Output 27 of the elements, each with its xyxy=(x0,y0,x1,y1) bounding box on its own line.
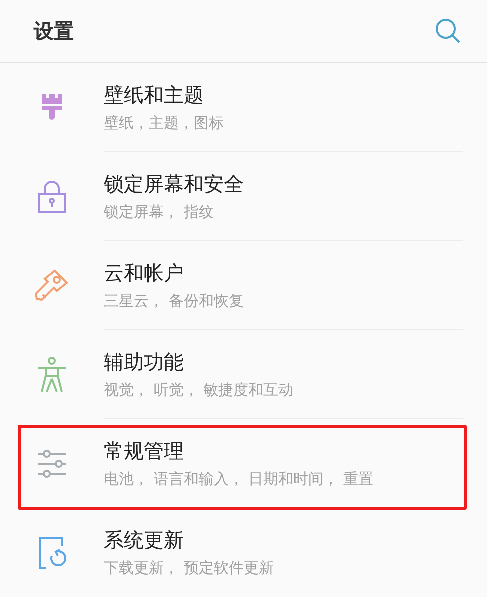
search-button[interactable] xyxy=(435,18,461,44)
settings-item[interactable]: 锁定屏幕和安全 锁定屏幕， 指纹 xyxy=(0,152,487,241)
item-title: 锁定屏幕和安全 xyxy=(104,170,245,198)
lock-icon xyxy=(37,180,67,214)
item-subtitle: 三星云， 备份和恢复 xyxy=(104,292,245,310)
settings-item[interactable]: 壁纸和主题 壁纸，主题，图标 xyxy=(0,63,487,152)
item-subtitle: 视觉， 听觉， 敏捷度和互动 xyxy=(104,380,295,400)
update-icon xyxy=(38,536,66,570)
item-subtitle: 壁纸，主题，图标 xyxy=(104,114,225,132)
item-title: 常规管理 xyxy=(104,438,185,464)
settings-item[interactable]: 常规管理 电池， 语言和输入， 日期和时间， 重置 xyxy=(0,419,487,508)
item-subtitle: 下载更新， 预定软件更新 xyxy=(104,559,275,578)
item-title: 云和帐户 xyxy=(104,260,185,286)
accessibility-icon xyxy=(36,356,68,392)
item-title: 壁纸和主题 xyxy=(104,82,205,108)
item-title: 系统更新 xyxy=(104,527,185,554)
key-icon xyxy=(35,268,69,302)
sliders-icon xyxy=(36,450,68,478)
item-subtitle: 电池， 语言和输入， 日期和时间， 重置 xyxy=(104,470,374,488)
brush-icon xyxy=(40,92,64,122)
settings-item[interactable]: 系统更新 下载更新， 预定软件更新 xyxy=(0,508,487,597)
settings-item[interactable]: 辅助功能 视觉， 听觉， 敏捷度和互动 xyxy=(0,330,487,419)
search-icon xyxy=(435,18,461,44)
item-title: 辅助功能 xyxy=(104,348,185,376)
page-title: 设置 xyxy=(34,18,74,44)
settings-item[interactable]: 云和帐户 三星云， 备份和恢复 xyxy=(0,241,487,330)
item-subtitle: 锁定屏幕， 指纹 xyxy=(104,202,215,222)
